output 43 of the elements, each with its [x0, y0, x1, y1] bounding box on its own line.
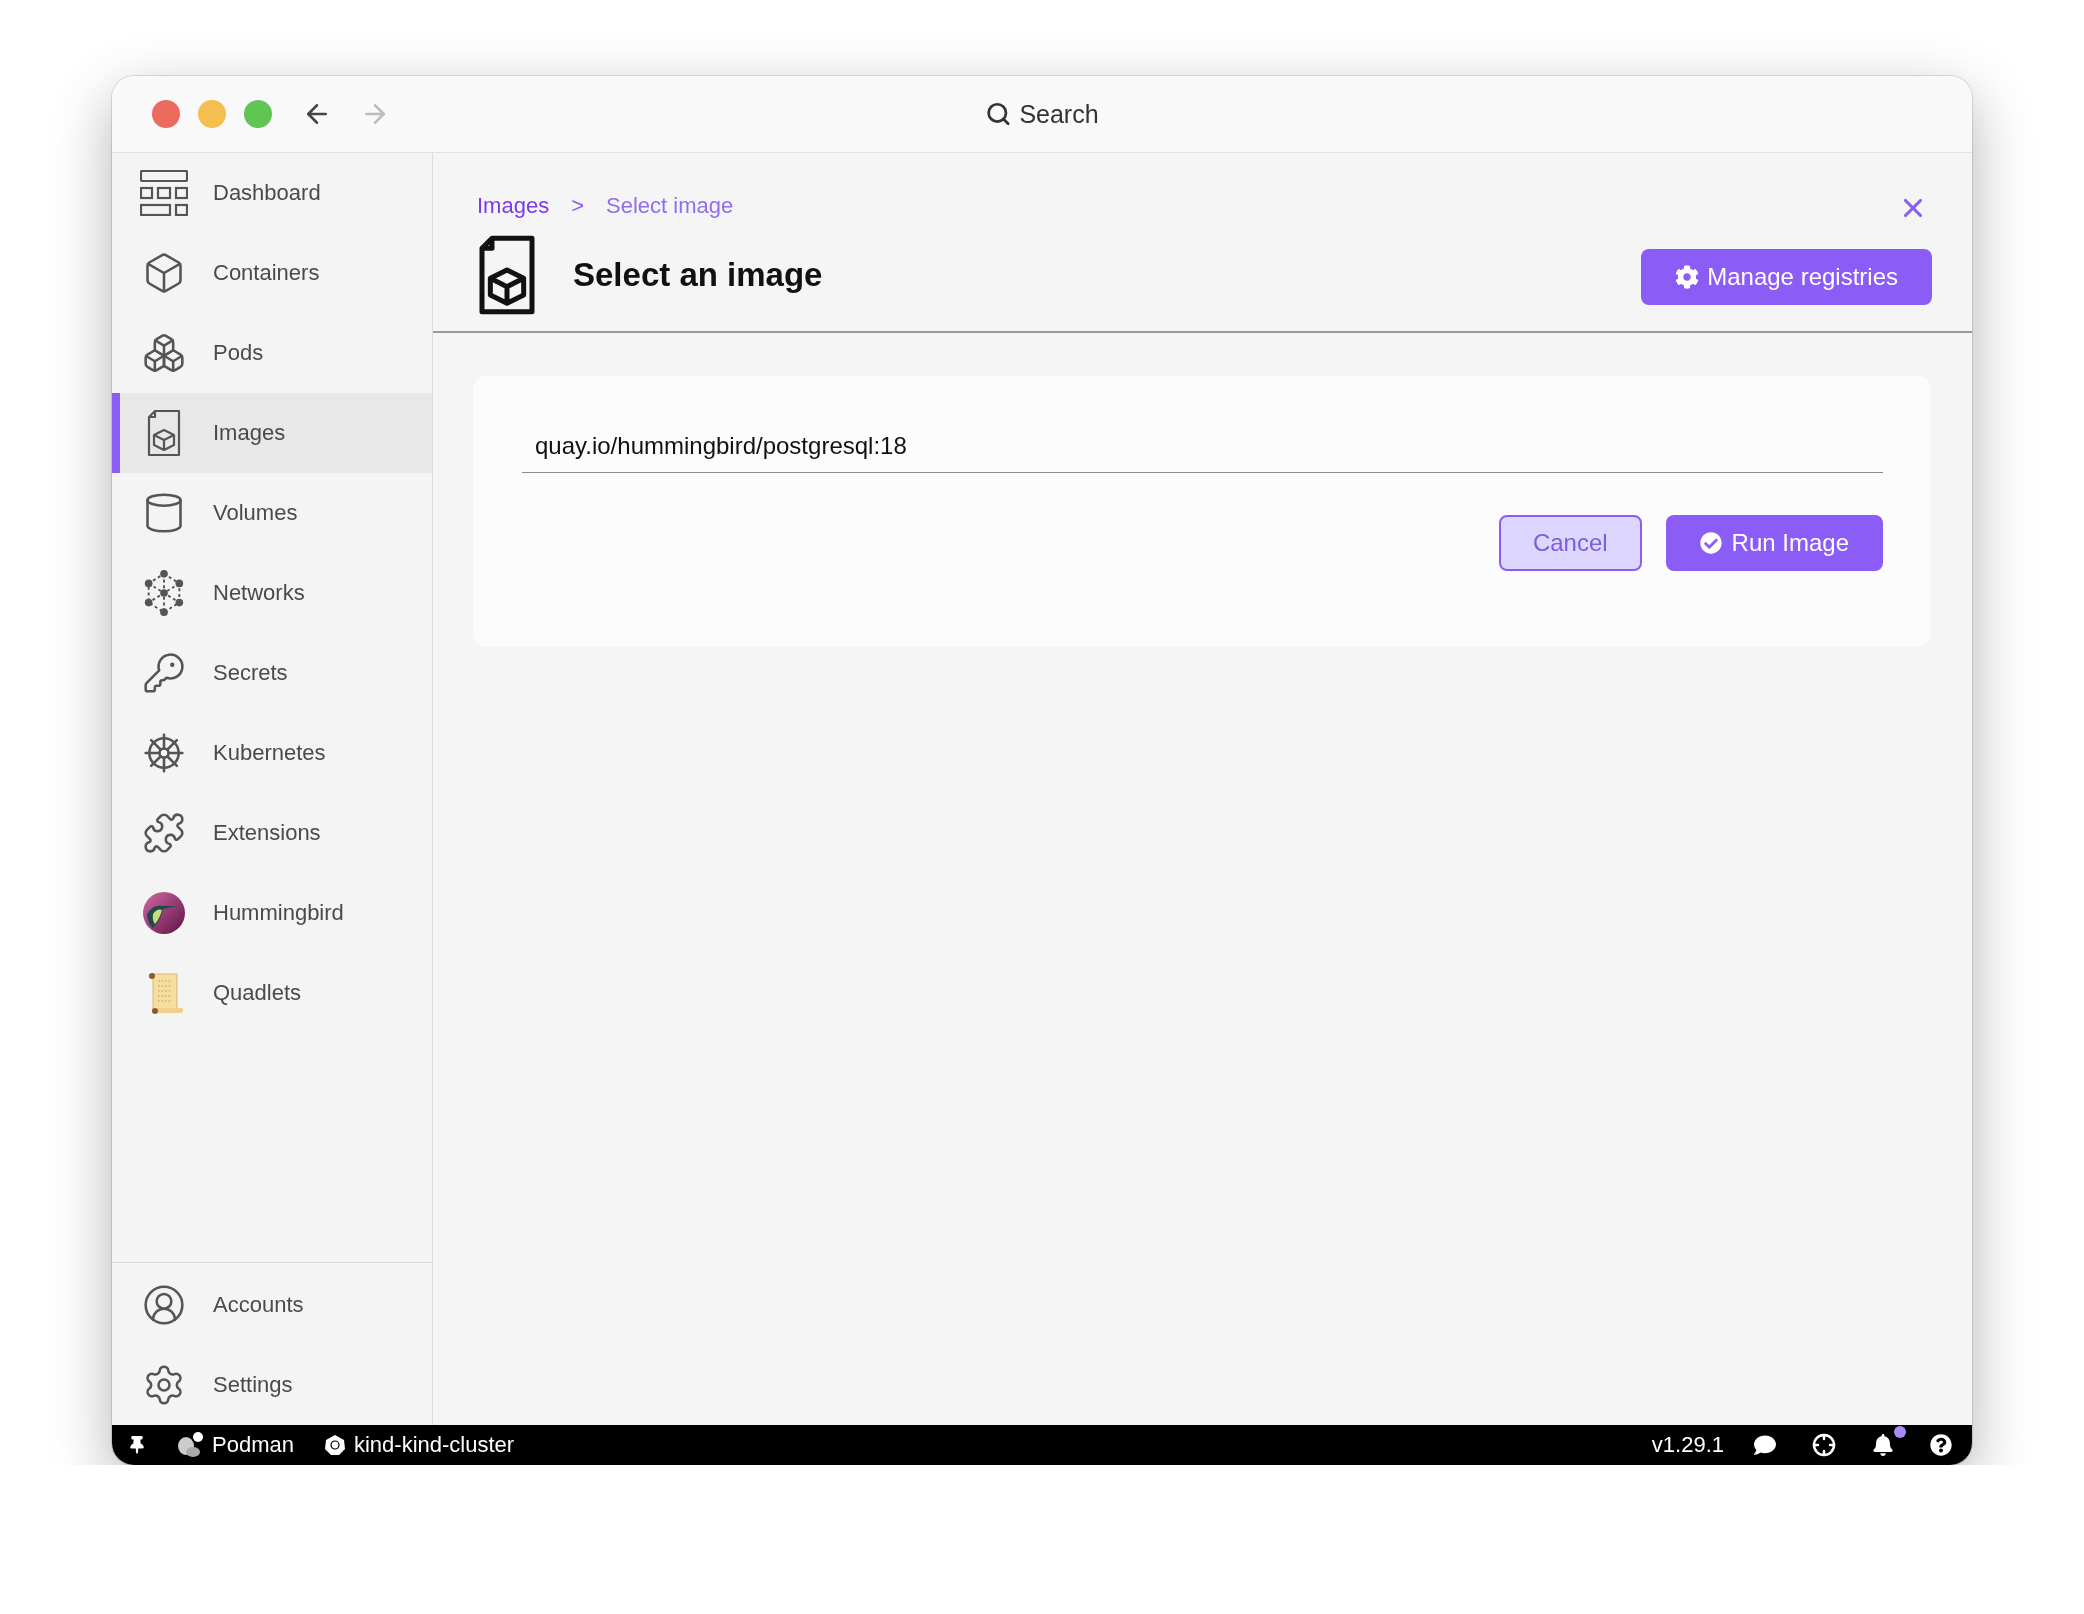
breadcrumb-link[interactable]: Images — [477, 193, 550, 219]
user-circle-icon — [142, 1283, 186, 1327]
settings-icon — [1675, 265, 1700, 289]
search-field[interactable]: Search — [1019, 99, 1099, 129]
cubes-icon — [142, 331, 186, 375]
file-cube-icon — [146, 409, 182, 457]
breadcrumb-separator: > — [571, 193, 584, 219]
sidebar-item[interactable]: Accounts — [112, 1265, 432, 1345]
manage-registries-button[interactable]: Manage registries — [1641, 249, 1932, 305]
run-image-button[interactable]: Run Image — [1665, 515, 1883, 571]
kubernetes-context[interactable]: kind-kind-cluster — [323, 1432, 515, 1458]
sidebar-item[interactable]: Hummingbird — [112, 873, 432, 953]
sidebar-item[interactable]: Networks — [112, 553, 432, 633]
sidebar-item[interactable]: Secrets — [112, 633, 432, 713]
close-window-button[interactable] — [152, 100, 180, 128]
hummingbird-logo-icon — [143, 892, 185, 934]
pin-icon[interactable] — [128, 1436, 146, 1454]
crosshair-icon[interactable] — [1812, 1433, 1836, 1457]
version-label: v1.29.1 — [1651, 1432, 1724, 1458]
sidebar-item[interactable]: Pods — [112, 313, 432, 393]
key-icon — [142, 651, 186, 695]
image-input-field[interactable]: quay.io/hummingbird/postgresql:18 — [522, 432, 1883, 473]
ship-wheel-icon — [142, 731, 186, 775]
search-icon — [985, 101, 1012, 127]
chat-icon[interactable] — [1754, 1434, 1776, 1456]
sidebar-item[interactable]: Containers — [112, 233, 432, 313]
seals-icon — [176, 1432, 204, 1458]
sidebar-item[interactable]: Quadlets — [112, 953, 432, 1033]
sidebar-item[interactable]: Volumes — [112, 473, 432, 553]
help-icon[interactable] — [1930, 1434, 1952, 1456]
sidebar-item[interactable]: Kubernetes — [112, 713, 432, 793]
sidebar-item[interactable]: Extensions — [112, 793, 432, 873]
sidebar-item[interactable]: Dashboard — [112, 153, 432, 233]
sidebar-item[interactable]: Settings — [112, 1345, 432, 1425]
podman-status[interactable]: Podman — [176, 1432, 294, 1458]
puzzle-icon — [142, 811, 186, 855]
file-cube-icon — [477, 235, 537, 315]
breadcrumb-current: Select image — [606, 193, 734, 219]
kubernetes-icon — [323, 1434, 346, 1456]
sidebar-item[interactable]: Images — [112, 393, 432, 473]
bell-icon[interactable] — [1872, 1434, 1894, 1456]
page-title: Select an image — [573, 256, 823, 294]
dashboard-icon — [140, 170, 188, 216]
